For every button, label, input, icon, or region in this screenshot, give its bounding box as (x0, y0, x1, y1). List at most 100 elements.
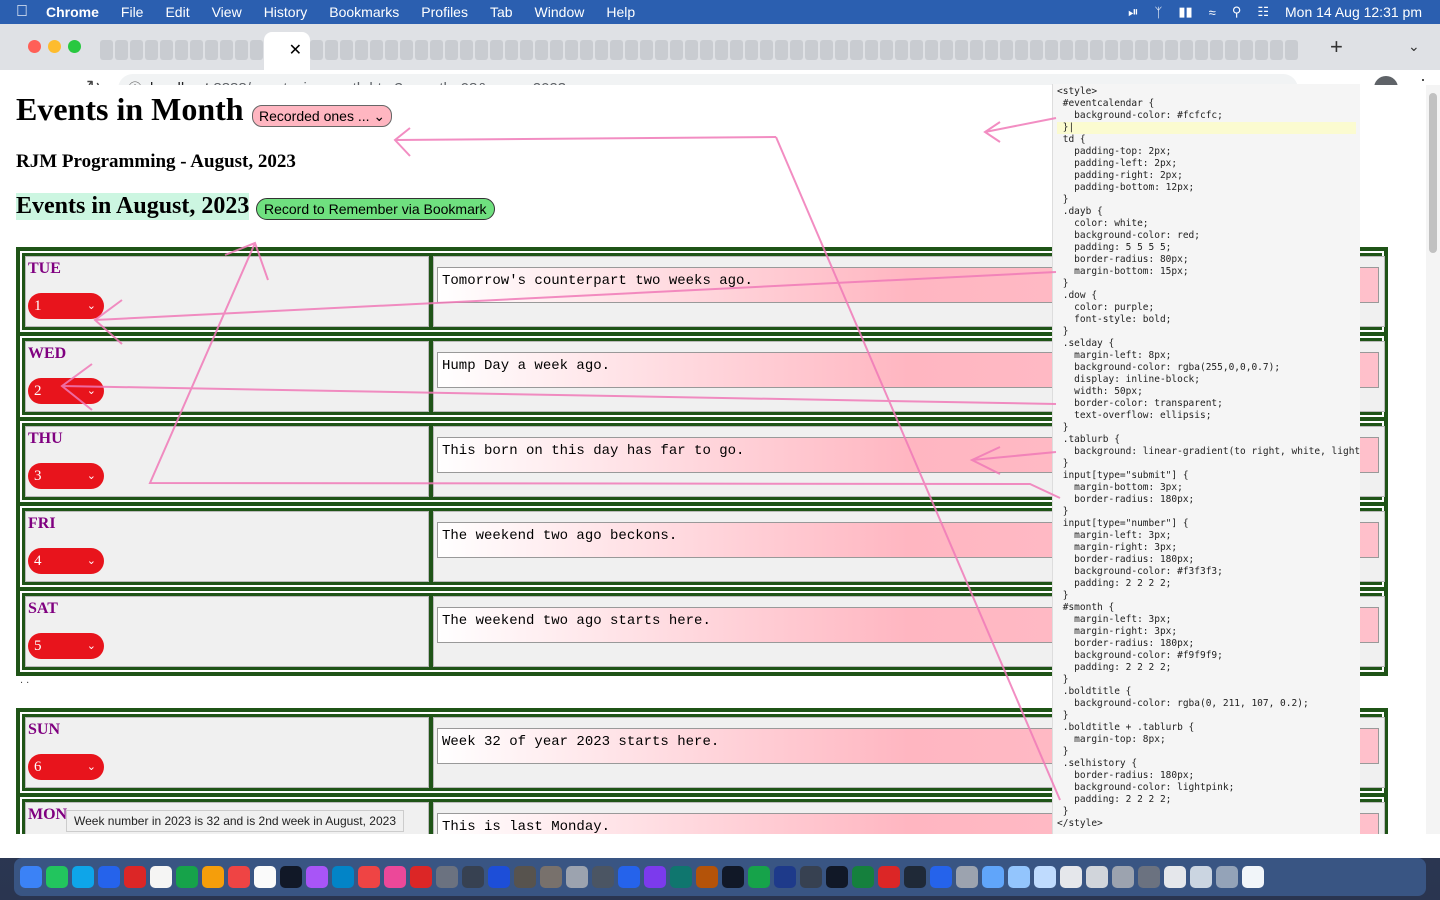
close-tab-icon[interactable]: ✕ (289, 42, 302, 59)
browser-tab[interactable] (160, 40, 173, 60)
dock-app-icon[interactable] (384, 866, 406, 888)
browser-tab[interactable] (445, 40, 458, 60)
browser-tab[interactable] (715, 40, 728, 60)
browser-tab[interactable] (205, 40, 218, 60)
browser-tab[interactable] (1270, 40, 1283, 60)
dock-app-icon[interactable] (930, 866, 952, 888)
menu-edit[interactable]: Edit (154, 4, 200, 20)
browser-tab[interactable] (1240, 40, 1253, 60)
browser-tab[interactable] (235, 40, 248, 60)
dock-app-icon[interactable] (878, 866, 900, 888)
browser-tab[interactable] (595, 40, 608, 60)
browser-tab[interactable] (130, 40, 143, 60)
browser-tab[interactable] (1180, 40, 1193, 60)
dock-app-icon[interactable] (670, 866, 692, 888)
dock-app-icon[interactable] (592, 866, 614, 888)
browser-tab[interactable] (460, 40, 473, 60)
browser-tab[interactable] (400, 40, 413, 60)
day-select[interactable]: 6 ⌄ (28, 754, 104, 780)
browser-tab[interactable] (250, 40, 263, 60)
browser-tab[interactable] (1015, 40, 1028, 60)
browser-tab[interactable] (865, 40, 878, 60)
browser-tab[interactable] (475, 40, 488, 60)
dock-app-icon[interactable] (1216, 866, 1238, 888)
bookmark-button[interactable]: Record to Remember via Bookmark (256, 198, 495, 220)
browser-tab[interactable] (910, 40, 923, 60)
dock-app-icon[interactable] (1060, 866, 1082, 888)
dock-app-icon[interactable] (696, 866, 718, 888)
browser-tab[interactable] (385, 40, 398, 60)
menu-window[interactable]: Window (524, 4, 596, 20)
day-select[interactable]: 4 ⌄ (28, 548, 104, 574)
dock-app-icon[interactable] (904, 866, 926, 888)
dock-app-icon[interactable] (826, 866, 848, 888)
wifi-icon[interactable]: ≈ (1209, 5, 1216, 20)
dock-app-icon[interactable] (540, 866, 562, 888)
zoom-window-button[interactable] (68, 40, 81, 53)
browser-tab[interactable] (835, 40, 848, 60)
dock-app-icon[interactable] (956, 866, 978, 888)
new-tab-button[interactable]: + (1330, 34, 1352, 60)
dock-app-icon[interactable] (488, 866, 510, 888)
dock-app-icon[interactable] (1138, 866, 1160, 888)
chevron-down-icon[interactable]: ⌄ (1408, 38, 1420, 55)
scrollbar-thumb[interactable] (1429, 93, 1437, 253)
dock-app-icon[interactable] (1164, 866, 1186, 888)
browser-tab[interactable] (610, 40, 623, 60)
dock-app-icon[interactable] (774, 866, 796, 888)
menu-app-name[interactable]: Chrome (44, 4, 110, 20)
dock-app-icon[interactable] (462, 866, 484, 888)
dock-app-icon[interactable] (1034, 866, 1056, 888)
control-center-icon[interactable]: ☷ (1257, 4, 1269, 20)
browser-tab[interactable] (1150, 40, 1163, 60)
spotlight-icon[interactable]: ⚲ (1232, 4, 1242, 20)
browser-tab[interactable] (820, 40, 833, 60)
browser-tab[interactable] (1225, 40, 1238, 60)
browser-tab[interactable] (1000, 40, 1013, 60)
dock-app-icon[interactable] (228, 866, 250, 888)
dock-app-icon[interactable] (644, 866, 666, 888)
dock-app-icon[interactable] (280, 866, 302, 888)
browser-tab[interactable] (1165, 40, 1178, 60)
dock-app-icon[interactable] (46, 866, 68, 888)
menu-help[interactable]: Help (595, 4, 646, 20)
browser-tab[interactable] (325, 40, 338, 60)
dock-app-icon[interactable] (332, 866, 354, 888)
browser-tab[interactable] (700, 40, 713, 60)
browser-tab[interactable] (145, 40, 158, 60)
browser-tab[interactable] (730, 40, 743, 60)
browser-tab[interactable] (1060, 40, 1073, 60)
dock-app-icon[interactable] (618, 866, 640, 888)
day-select[interactable]: 1 ⌄ (28, 293, 104, 319)
dock-app-icon[interactable] (566, 866, 588, 888)
browser-tab[interactable] (760, 40, 773, 60)
dock-app-icon[interactable] (514, 866, 536, 888)
dock-app-icon[interactable] (800, 866, 822, 888)
dock-app-icon[interactable] (1242, 866, 1264, 888)
browser-tab[interactable] (355, 40, 368, 60)
bluetooth-icon[interactable]: ᛉ (1155, 5, 1163, 20)
dock-app-icon[interactable] (254, 866, 276, 888)
day-select[interactable]: 3 ⌄ (28, 463, 104, 489)
browser-tab[interactable] (430, 40, 443, 60)
browser-tab[interactable] (1075, 40, 1088, 60)
browser-tab[interactable] (115, 40, 128, 60)
browser-tab[interactable] (985, 40, 998, 60)
browser-tab[interactable] (1210, 40, 1223, 60)
browser-tab[interactable] (100, 40, 113, 60)
browser-tab[interactable] (190, 40, 203, 60)
dock-app-icon[interactable] (748, 866, 770, 888)
dock-app-icon[interactable] (306, 866, 328, 888)
dock-app-icon[interactable] (72, 866, 94, 888)
browser-tab[interactable] (520, 40, 533, 60)
menu-profiles[interactable]: Profiles (410, 4, 479, 20)
browser-tab[interactable] (1030, 40, 1043, 60)
minimize-window-button[interactable] (48, 40, 61, 53)
page-scrollbar[interactable] (1426, 85, 1440, 834)
clock[interactable]: Mon 14 Aug 12:31 pm (1285, 4, 1422, 20)
history-select[interactable]: Recorded ones ... ⌄ (252, 105, 393, 127)
browser-tab[interactable] (1285, 40, 1298, 60)
browser-tab[interactable] (970, 40, 983, 60)
dock-app-icon[interactable] (852, 866, 874, 888)
dock-app-icon[interactable] (202, 866, 224, 888)
